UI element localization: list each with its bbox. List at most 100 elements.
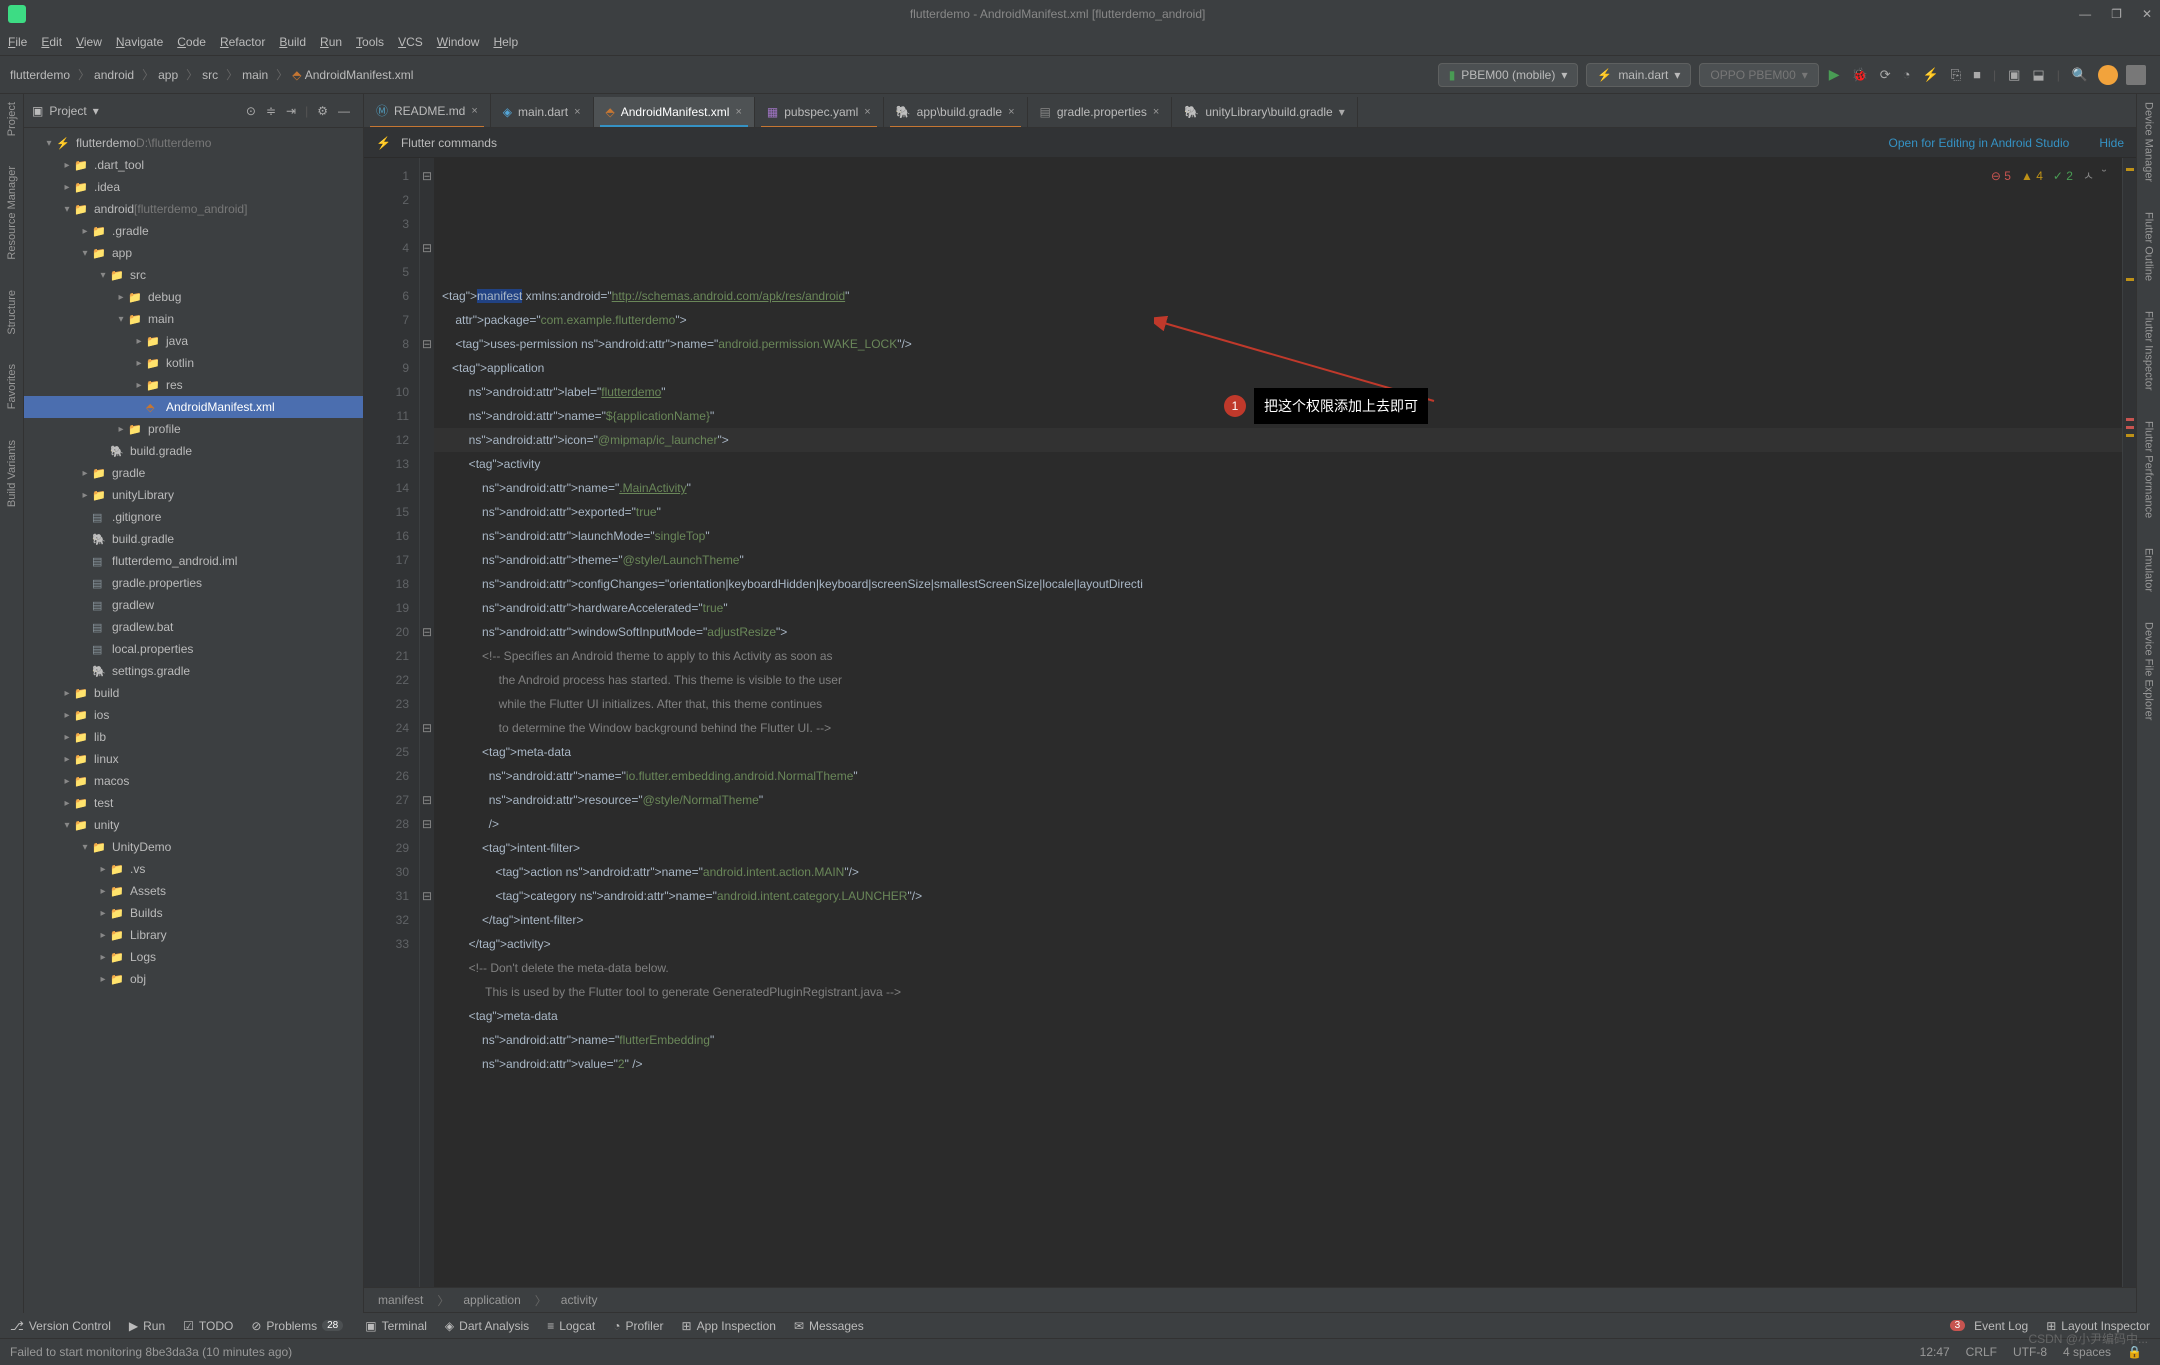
right-tool-flutter-outline[interactable]: Flutter Outline xyxy=(2143,212,2155,281)
tab-gradle-properties[interactable]: ▤gradle.properties× xyxy=(1028,97,1173,127)
status-readonly-icon[interactable]: 🔒 xyxy=(2127,1345,2142,1359)
tree-item[interactable]: ▸📁.idea xyxy=(24,176,363,198)
tree-item[interactable]: ▸📁res xyxy=(24,374,363,396)
code-editor[interactable]: 1234567891011121314151617181920212223242… xyxy=(364,158,2136,1287)
tree-item[interactable]: ▾📁android [flutterdemo_android] xyxy=(24,198,363,220)
bottom-tool-problems[interactable]: ⊘Problems28 xyxy=(251,1319,347,1333)
user-avatar-icon[interactable] xyxy=(2098,65,2118,85)
bottom-tool-messages[interactable]: ✉Messages xyxy=(794,1319,864,1333)
menu-code[interactable]: Code xyxy=(177,35,206,49)
line-number-gutter[interactable]: 1234567891011121314151617181920212223242… xyxy=(364,158,420,1287)
tree-item[interactable]: 🐘settings.gradle xyxy=(24,660,363,682)
bottom-tool-dart-analysis[interactable]: ◈Dart Analysis xyxy=(445,1319,529,1333)
close-icon[interactable]: ✕ xyxy=(2142,7,2152,21)
menu-edit[interactable]: Edit xyxy=(41,35,62,49)
attach-icon[interactable]: ⎘ xyxy=(1951,67,1961,83)
tree-item[interactable]: ▸📁.vs xyxy=(24,858,363,880)
code-crumb-activity[interactable]: activity xyxy=(561,1293,598,1307)
tree-item[interactable]: ▸📁Assets xyxy=(24,880,363,902)
menu-run[interactable]: Run xyxy=(320,35,342,49)
bottom-tool-terminal[interactable]: ▣Terminal xyxy=(365,1319,427,1333)
minimize-icon[interactable]: — xyxy=(2079,7,2091,21)
status-indent[interactable]: 4 spaces xyxy=(2063,1345,2111,1359)
menu-view[interactable]: View xyxy=(76,35,102,49)
left-tool-resource-manager[interactable]: Resource Manager xyxy=(6,166,18,260)
tab-main-dart[interactable]: ◈main.dart× xyxy=(491,97,594,127)
crumb-1[interactable]: android xyxy=(94,68,134,82)
left-tool-favorites[interactable]: Favorites xyxy=(6,364,18,409)
tree-item[interactable]: ▾📁unity xyxy=(24,814,363,836)
tree-item[interactable]: ▸📁.gradle xyxy=(24,220,363,242)
settings-icon[interactable]: ⚙ xyxy=(317,104,328,118)
tree-item[interactable]: ▾📁app xyxy=(24,242,363,264)
project-tree[interactable]: ▾⚡flutterdemo D:\flutterdemo▸📁.dart_tool… xyxy=(24,128,363,1313)
crumb-3[interactable]: src xyxy=(202,68,218,82)
tree-item[interactable]: ▤flutterdemo_android.iml xyxy=(24,550,363,572)
tree-item[interactable]: ▸📁ios xyxy=(24,704,363,726)
tree-item[interactable]: ▸📁linux xyxy=(24,748,363,770)
left-tool-structure[interactable]: Structure xyxy=(6,290,18,335)
tree-item[interactable]: ▸📁unityLibrary xyxy=(24,484,363,506)
crumb-5[interactable]: AndroidManifest.xml xyxy=(305,68,414,82)
avd-icon[interactable]: ▣ xyxy=(2008,67,2020,83)
tree-item[interactable]: ▾📁UnityDemo xyxy=(24,836,363,858)
hide-notification-link[interactable]: Hide xyxy=(2099,136,2124,150)
error-stripe[interactable] xyxy=(2122,158,2136,1287)
tree-item[interactable]: ▸📁profile xyxy=(24,418,363,440)
tree-item[interactable]: ▤.gitignore xyxy=(24,506,363,528)
tree-item[interactable]: 🐘build.gradle xyxy=(24,440,363,462)
run-config-selector[interactable]: ⚡main.dart▾ xyxy=(1586,63,1691,87)
sdk-icon[interactable]: ⬓ xyxy=(2032,67,2044,83)
coverage-icon[interactable]: ⟳ xyxy=(1880,67,1891,83)
tab-unityLibrary-build-gradle[interactable]: 🐘unityLibrary\build.gradle▾ xyxy=(1172,97,1357,127)
bottom-tool-version-control[interactable]: ⎇Version Control xyxy=(10,1319,111,1333)
run-button[interactable]: ▶ xyxy=(1829,66,1840,83)
tree-item[interactable]: ▾📁main xyxy=(24,308,363,330)
tree-item[interactable]: ▸📁lib xyxy=(24,726,363,748)
debug-icon[interactable]: 🐞 xyxy=(1852,67,1868,83)
open-android-studio-link[interactable]: Open for Editing in Android Studio xyxy=(1889,136,2070,150)
status-crlf[interactable]: CRLF xyxy=(1966,1345,1997,1359)
menu-window[interactable]: Window xyxy=(437,35,480,49)
bottom-tool-logcat[interactable]: ≡Logcat xyxy=(547,1319,595,1333)
tree-item[interactable]: ▸📁gradle xyxy=(24,462,363,484)
tree-item[interactable]: ▸📁debug xyxy=(24,286,363,308)
expand-icon[interactable]: ≑ xyxy=(266,104,276,118)
code-crumb-application[interactable]: application xyxy=(463,1293,520,1307)
breadcrumb[interactable]: flutterdemo〉android〉app〉src〉main〉⬘ Andro… xyxy=(10,66,417,83)
tree-item[interactable]: ▸📁Library xyxy=(24,924,363,946)
hide-panel-icon[interactable]: — xyxy=(338,104,350,118)
tree-item[interactable]: ⬘AndroidManifest.xml xyxy=(24,396,363,418)
bottom-tool-run[interactable]: ▶Run xyxy=(129,1319,165,1333)
left-tool-build-variants[interactable]: Build Variants xyxy=(6,440,18,507)
crumb-4[interactable]: main xyxy=(242,68,268,82)
tab-AndroidManifest-xml[interactable]: ⬘AndroidManifest.xml× xyxy=(594,97,755,127)
tree-item[interactable]: ▸📁.dart_tool xyxy=(24,154,363,176)
tree-item[interactable]: ▾📁src xyxy=(24,264,363,286)
tree-item[interactable]: ▾⚡flutterdemo D:\flutterdemo xyxy=(24,132,363,154)
locate-icon[interactable]: ⊙ xyxy=(246,104,256,118)
menu-help[interactable]: Help xyxy=(493,35,518,49)
tree-item[interactable]: ▤local.properties xyxy=(24,638,363,660)
right-tool-flutter-performance[interactable]: Flutter Performance xyxy=(2143,421,2155,518)
tree-item[interactable]: ▤gradlew.bat xyxy=(24,616,363,638)
tree-item[interactable]: ▸📁kotlin xyxy=(24,352,363,374)
search-icon[interactable]: 🔍 xyxy=(2072,67,2088,83)
project-view-selector[interactable]: ▣Project▾ xyxy=(32,104,99,118)
collapse-icon[interactable]: ⇥ xyxy=(286,104,296,118)
status-encoding[interactable]: UTF-8 xyxy=(2013,1345,2047,1359)
tree-item[interactable]: ▸📁Logs xyxy=(24,946,363,968)
tree-item[interactable]: ▸📁obj xyxy=(24,968,363,990)
bottom-tool-todo[interactable]: ☑TODO xyxy=(183,1319,233,1333)
menu-navigate[interactable]: Navigate xyxy=(116,35,163,49)
fold-gutter[interactable]: ⊟ ⊟ ⊟ ⊟ ⊟ ⊟⊟ ⊟ xyxy=(420,158,434,1287)
maximize-icon[interactable]: ❐ xyxy=(2111,7,2122,21)
crumb-0[interactable]: flutterdemo xyxy=(10,68,70,82)
tree-item[interactable]: 🐘build.gradle xyxy=(24,528,363,550)
menu-build[interactable]: Build xyxy=(279,35,306,49)
left-tool-project[interactable]: Project xyxy=(6,102,18,136)
profile-icon[interactable]: ◔ xyxy=(1903,67,1911,82)
account-icon[interactable] xyxy=(2126,65,2146,85)
emulator-selector[interactable]: OPPO PBEM00▾ xyxy=(1699,63,1818,87)
bottom-tool-app-inspection[interactable]: ⊞App Inspection xyxy=(682,1319,776,1333)
